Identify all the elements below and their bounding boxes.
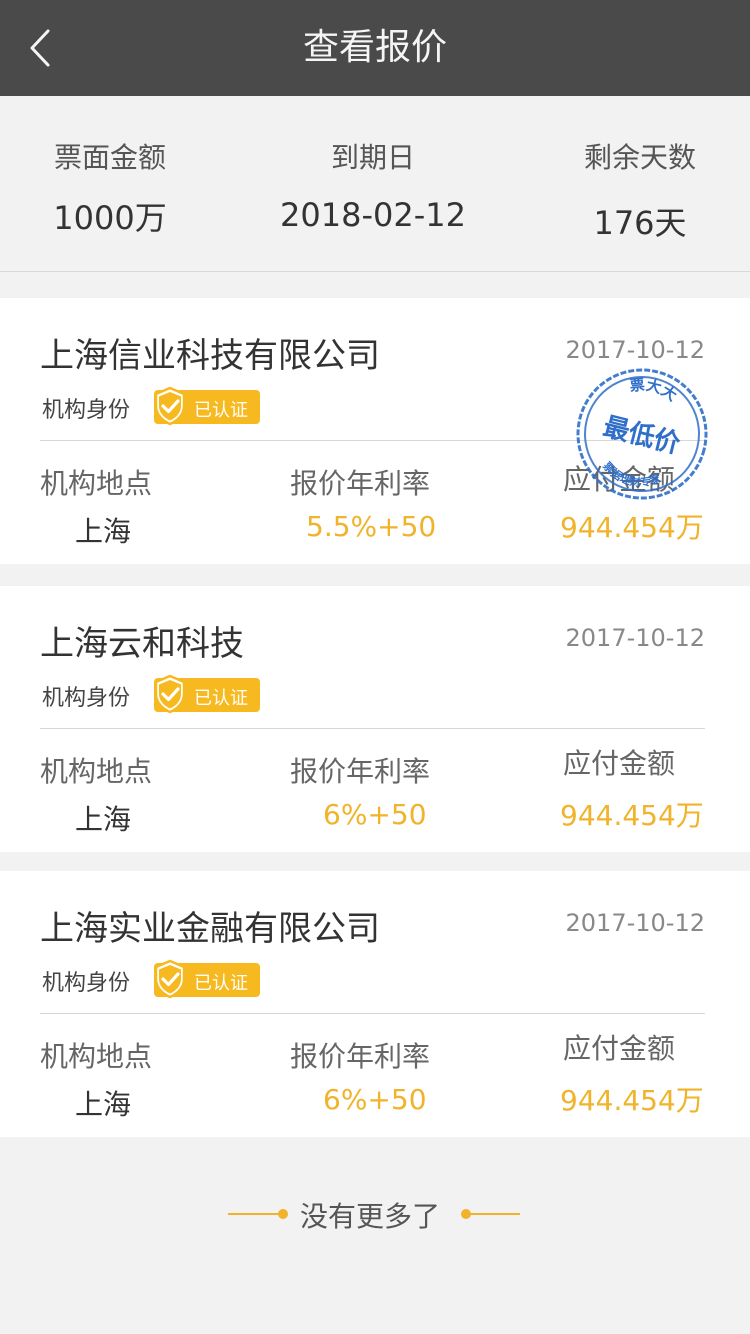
payable-value: 944.454万	[560, 511, 704, 544]
rate-value: 6%+50	[323, 798, 427, 831]
quote-card[interactable]: 上海实业金融有限公司 2017-10-12 机构身份 已认证 机构地点 报价年利…	[0, 871, 750, 1137]
company-name: 上海信业科技有限公司	[40, 336, 380, 376]
remaining-days-label: 剩余天数	[583, 141, 696, 174]
location-value: 上海	[75, 515, 132, 548]
verified-label: 已认证	[194, 688, 248, 709]
rate-value: 5.5%+50	[306, 510, 437, 543]
identity-label: 机构身份	[42, 398, 131, 423]
list-end-indicator: 没有更多了	[0, 1190, 750, 1238]
quote-date: 2017-10-12	[565, 909, 705, 937]
divider	[40, 1013, 705, 1014]
rate-value: 6%+50	[323, 1083, 427, 1116]
face-amount-value: 1000万	[53, 199, 167, 237]
shield-check-icon	[154, 386, 186, 426]
remaining-days-value: 176天	[593, 204, 687, 242]
face-amount-label: 票面金额	[53, 141, 166, 174]
company-name: 上海云和科技	[40, 624, 244, 664]
location-value: 上海	[75, 803, 132, 836]
verified-badge: 已认证	[154, 959, 260, 999]
decor-dot-left	[278, 1209, 288, 1219]
page-title: 查看报价	[302, 27, 447, 68]
shield-check-icon	[154, 959, 186, 999]
divider	[40, 728, 705, 729]
navbar: 查看报价	[0, 0, 750, 96]
shield-check-icon	[154, 674, 186, 714]
quote-card[interactable]: 上海云和科技 2017-10-12 机构身份 已认证 机构地点 报价年利率 应付…	[0, 586, 750, 852]
verified-label: 已认证	[194, 400, 248, 421]
location-label: 机构地点	[40, 1040, 153, 1073]
verified-label: 已认证	[194, 973, 248, 994]
bill-summary: 票面金额 1000万 到期日 2018-02-12 剩余天数 176天	[0, 96, 750, 272]
company-name: 上海实业金融有限公司	[40, 909, 380, 949]
quote-date: 2017-10-12	[565, 624, 705, 652]
decor-line-right	[466, 1213, 520, 1215]
payable-label: 应付金额	[563, 747, 676, 780]
no-more-text: 没有更多了	[300, 1200, 441, 1233]
rate-label: 报价年利率	[290, 1040, 431, 1073]
location-label: 机构地点	[40, 755, 153, 788]
payable-value: 944.454万	[560, 799, 704, 832]
due-date-value: 2018-02-12	[280, 196, 466, 234]
identity-label: 机构身份	[42, 686, 131, 711]
verified-badge: 已认证	[154, 674, 260, 714]
payable-value: 944.454万	[560, 1084, 704, 1117]
due-date-label: 到期日	[330, 141, 415, 174]
payable-label: 应付金额	[563, 1032, 676, 1065]
quote-card[interactable]: 上海信业科技有限公司 2017-10-12 机构身份 已认证 机构地点 报价年利…	[0, 298, 750, 564]
location-label: 机构地点	[40, 467, 153, 500]
rate-label: 报价年利率	[290, 755, 431, 788]
location-value: 上海	[75, 1088, 132, 1121]
rate-label: 报价年利率	[290, 467, 431, 500]
identity-label: 机构身份	[42, 971, 131, 996]
divider	[40, 440, 705, 441]
payable-label: 应付金额	[563, 463, 676, 496]
decor-line-left	[228, 1213, 282, 1215]
quote-date: 2017-10-12	[565, 336, 705, 364]
verified-badge: 已认证	[154, 386, 260, 426]
